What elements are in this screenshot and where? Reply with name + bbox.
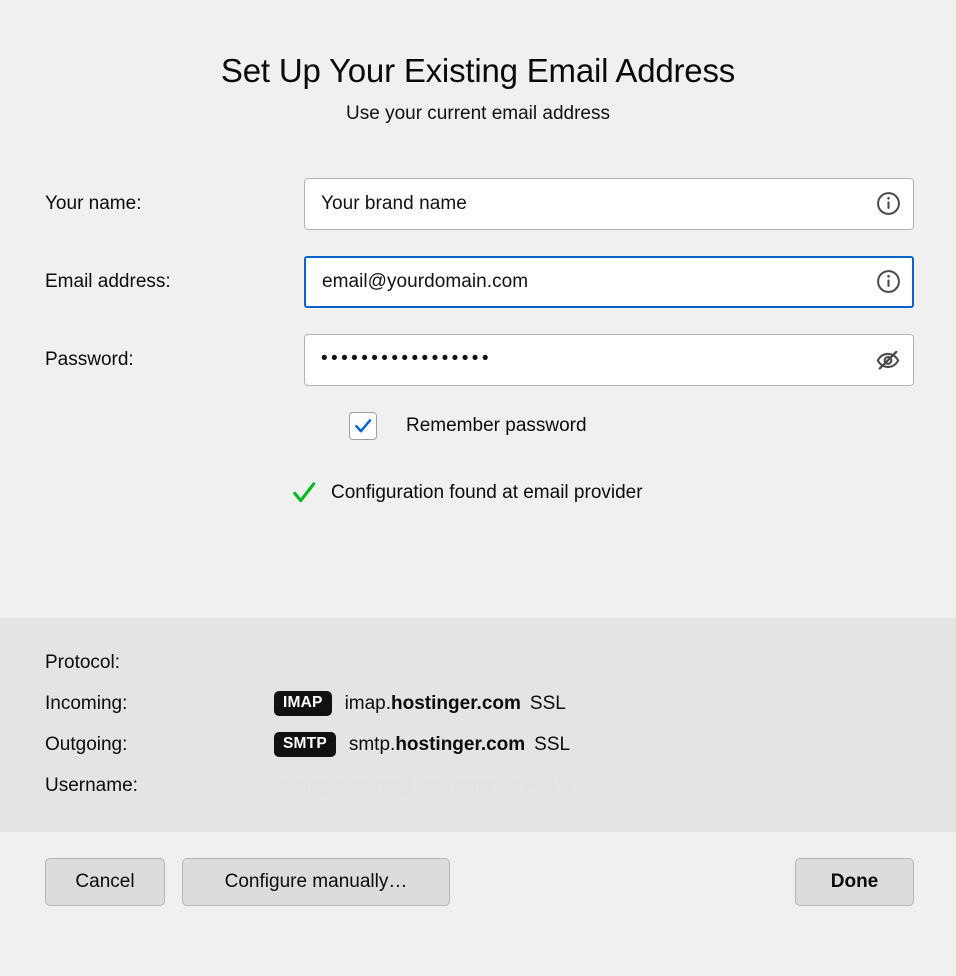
incoming-host-domain: hostinger.com [391,692,521,714]
password-input-value: ••••••••••••••••• [321,348,492,370]
page-subtitle: Use your current email address [346,102,610,124]
email-input-wrap: email@yourdomain.com [304,255,914,308]
outgoing-host-domain: hostinger.com [395,733,526,755]
outgoing-host: smtp.hostinger.com [349,734,525,756]
email-input[interactable]: email@yourdomain.com [304,255,914,308]
password-input-wrap: ••••••••••••••••• [304,333,914,386]
name-input-value: Your brand name [321,192,467,214]
password-input[interactable]: ••••••••••••••••• [304,333,914,386]
eye-slash-icon[interactable] [875,347,901,373]
outgoing-label: Outgoing: [45,733,128,755]
info-icon[interactable] [875,191,901,217]
form-row-password: Password: ••••••••••••••••• [45,333,914,387]
page-title: Set Up Your Existing Email Address [220,52,736,89]
username-value: testingaccount@hostinger-dev-31.x [274,774,574,796]
done-button[interactable]: Done [795,858,914,906]
remember-password-checkbox[interactable] [349,411,377,440]
config-status-row: Configuration found at email provider [45,478,914,508]
password-label: Password: [45,348,134,370]
name-label: Your name: [45,192,142,214]
detail-row-protocol: Protocol: [45,642,956,683]
remember-password-row[interactable]: Remember password [45,411,914,441]
account-setup-form: Your name: Your brand name Email address… [0,177,956,508]
username-label: Username: [45,774,138,796]
imap-badge: IMAP [274,691,332,716]
incoming-host-prefix: imap. [344,692,392,714]
protocol-label: Protocol: [45,651,120,673]
email-input-value: email@yourdomain.com [322,270,529,292]
incoming-label: Incoming: [45,692,128,714]
incoming-value: IMAP imap.hostinger.com SSL [274,691,566,716]
form-row-name: Your name: Your brand name [45,177,914,231]
green-check-icon [290,479,318,507]
smtp-badge: SMTP [274,732,336,757]
dialog-footer: Cancel Configure manually… Done [0,832,956,976]
email-label: Email address: [45,270,171,292]
detail-row-outgoing: Outgoing: SMTP smtp.hostinger.com SSL [45,724,956,765]
detail-row-username: Username: testingaccount@hostinger-dev-3… [45,765,956,806]
outgoing-value: SMTP smtp.hostinger.com SSL [274,732,570,757]
outgoing-host-prefix: smtp. [348,733,396,755]
name-input-wrap: Your brand name [304,177,914,230]
detail-row-incoming: Incoming: IMAP imap.hostinger.com SSL [45,683,956,724]
form-row-email: Email address: email@yourdomain.com [45,255,914,309]
info-icon[interactable] [875,269,901,295]
incoming-security: SSL [529,692,566,714]
outgoing-security: SSL [534,733,571,755]
configure-manually-button[interactable]: Configure manually… [182,858,450,906]
config-status-text: Configuration found at email provider [331,481,643,503]
cancel-button[interactable]: Cancel [45,858,165,906]
incoming-host: imap.hostinger.com [345,693,521,715]
name-input[interactable]: Your brand name [304,177,914,230]
dialog-header: Set Up Your Existing Email Address Use y… [0,0,956,125]
remember-password-label: Remember password [406,414,587,436]
server-details-panel: Protocol: Incoming: IMAP imap.hostinger.… [0,618,956,832]
